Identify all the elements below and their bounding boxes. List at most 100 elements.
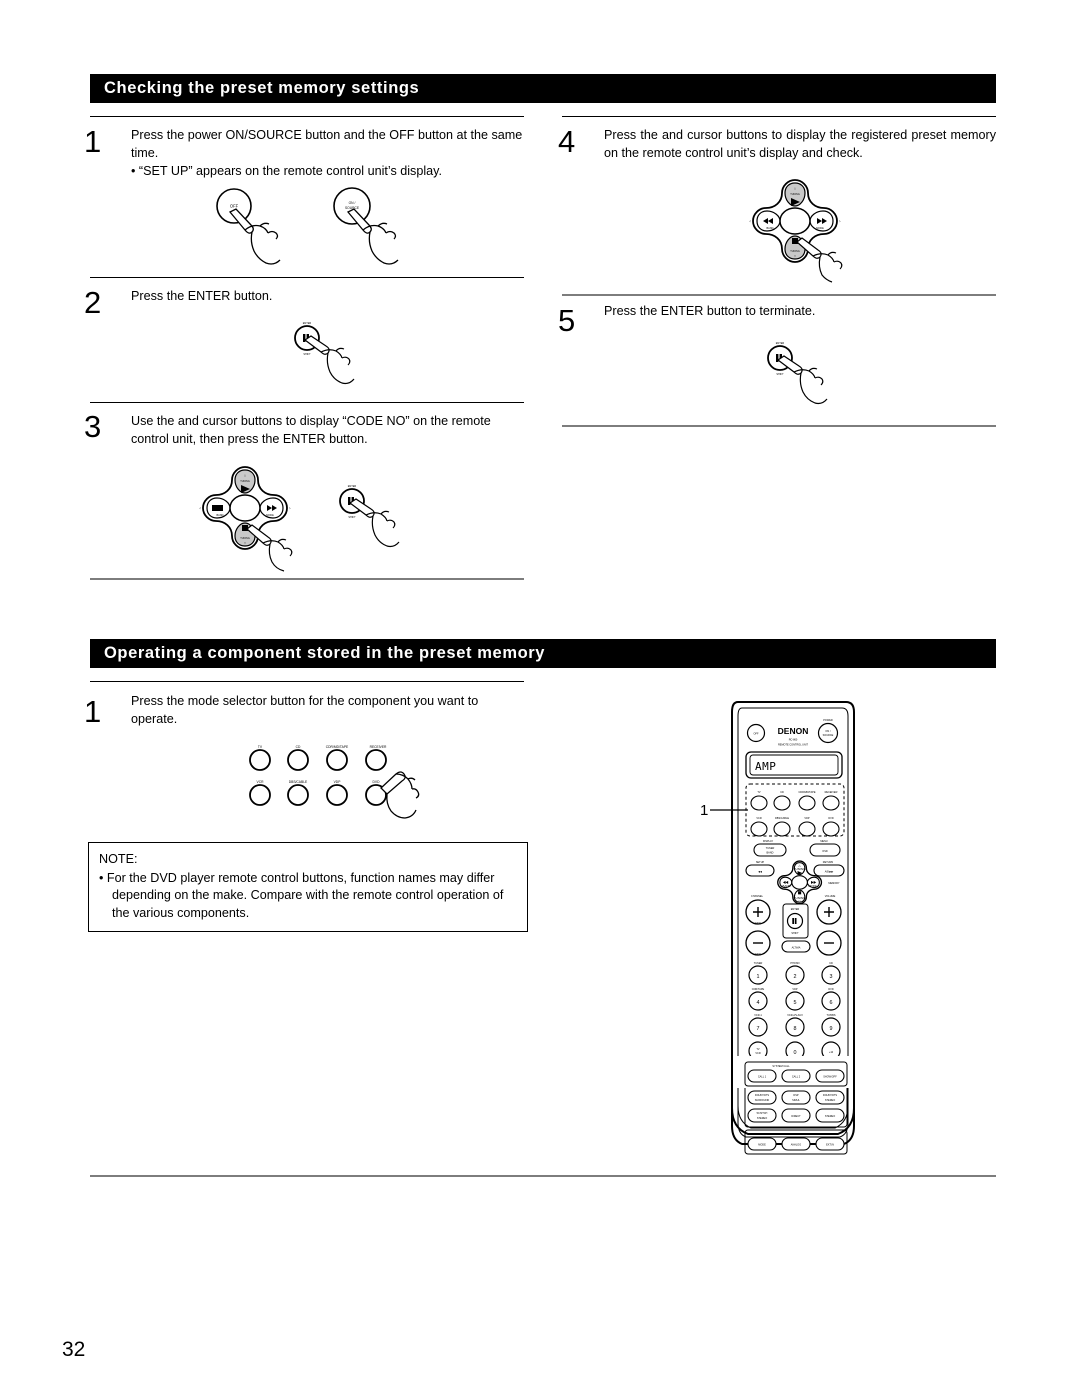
svg-text:+10: +10 [829,1051,834,1054]
cursor-pad-illustration: △ TUNING TUNING ▽ BAND ◁ MODE ▷ [199,466,292,550]
svg-text:2: 2 [794,974,797,980]
svg-text:SHIFT: SHIFT [791,932,799,935]
svg-text:VDP: VDP [792,988,797,991]
svg-text:CDR/TAPE: CDR/TAPE [752,988,765,991]
step-3-body: Use the and cursor buttons to display “C… [131,414,491,446]
svg-text:SHOW/OFF: SHOW/OFF [823,1076,837,1079]
svg-text:SYSTEM CALL: SYSTEM CALL [772,1065,790,1068]
svg-text:1: 1 [757,974,760,980]
step-s2-1-body: Press the mode selector button for the c… [131,694,479,726]
svg-text:▷: ▷ [289,507,292,510]
step-5-body: Press the ENTER button to terminate. [604,304,816,318]
svg-text:◁: ◁ [199,507,202,510]
rule-left-step2 [90,277,524,278]
svg-text:VDP: VDP [804,817,809,820]
hand-illustration-pad-4 [796,237,843,283]
svg-text:RETURN: RETURN [823,861,834,864]
figure-mode-selector-buttons: TV CD CDR/MD/TAPE RECEIVER VCR DBS/CABLE [240,740,450,820]
step-4-body: Press the and cursor buttons to display … [604,128,996,160]
svg-text:CDR/MD/TAPE: CDR/MD/TAPE [326,745,349,749]
svg-text:PHONO: PHONO [790,962,799,965]
svg-text:CHANNEL: CHANNEL [751,895,764,898]
svg-text:SKIP: SKIP [755,953,761,956]
svg-text:ENTER: ENTER [776,342,785,345]
svg-text:MENU: MENU [820,840,828,843]
mode-button-cdr-md-tape: CDR/MD/TAPE [326,745,349,771]
figure-cursor-pad-step3: △ TUNING TUNING ▽ BAND ◁ MODE ▷ ENTER SH… [190,463,430,573]
remote-power-area: OFF DENON RC-860 REMOTE CONTROL UNIT POW… [746,719,839,747]
step-text-3: Use the and cursor buttons to display “C… [131,413,523,448]
remote-on-label-2: SOURCE [823,734,834,737]
figure-remote-system-call: SYSTEM CALL CALL 1 CALL 2 SHOW/OFF SYSTE… [676,1056,876,1158]
svg-text:VCR: VCR [755,1052,760,1055]
svg-text:VCR: VCR [257,780,265,784]
svg-text:MODE: MODE [816,227,824,230]
svg-text:OFF: OFF [230,204,239,209]
mode-button-receiver: RECEIVER [365,745,387,771]
svg-text:TUNING: TUNING [790,193,800,196]
step-text-1: Press the power ON/SOURCE button and the… [131,127,523,181]
hand-illustration-1 [228,208,281,265]
svg-text:TUNING: TUNING [794,867,806,871]
step-1-bullet: • “SET UP” appears on the remote control… [131,164,443,178]
figure-enter-button-step3: ENTER SHIFT [339,485,400,548]
page-number: 32 [62,1338,86,1361]
svg-text:DVD: DVD [373,780,381,784]
step-number-2: 2 [84,285,102,320]
svg-text:CDR/MD/TAPE: CDR/MD/TAPE [798,791,815,794]
rule-left-step3 [90,402,524,403]
step-2-body: Press the ENTER button. [131,289,273,303]
step-number-s2-1: 1 [84,694,102,729]
svg-text:4: 4 [757,1000,760,1006]
section-heading-operating: Operating a component stored in the pres… [90,639,996,668]
section-title-text: Checking the preset memory settings [104,79,420,97]
svg-text:BAND: BAND [767,852,774,855]
shift-label-text: SHIFT [303,353,311,356]
figure-enter-button-step2: ENTER SHIFT [285,318,395,393]
step-text-2: Press the ENTER button. [131,288,523,306]
step-number-1: 1 [84,124,102,159]
step-text-s2-1: Press the mode selector button for the c… [131,693,523,728]
svg-text:ON /: ON / [349,201,356,205]
remote-display: AMP [745,751,843,779]
step-number-5: 5 [558,303,576,338]
svg-text:ENTER: ENTER [348,485,357,488]
svg-text:ENTER: ENTER [791,908,800,911]
remote-model-sub-label: REMOTE CONTROL UNIT [778,744,809,747]
mode-button-cd: CD [287,745,309,771]
step-text-5: Press the ENTER button to terminate. [604,303,996,321]
svg-text:6: 6 [830,1000,833,1006]
step-1-body: Press the power ON/SOURCE button and the… [131,128,523,160]
svg-text:A/B ▶▶: A/B ▶▶ [825,871,835,874]
svg-text:DISPLAY: DISPLAY [763,840,774,843]
rule-page-bottom [90,1175,996,1177]
remote-enter-shift: ENTER SHIFT ALT/MA [781,903,811,953]
figure-cursor-pad-step4: △ TUNING TUNING ▽ BAND ◁ MODE ▷ [740,176,870,283]
svg-text:VDP: VDP [334,780,342,784]
svg-text:TUNING: TUNING [240,537,250,540]
note-title: NOTE: [99,852,138,866]
section-title-text-2: Operating a component stored in the pres… [104,644,546,662]
svg-text:OSD: OSD [822,850,828,853]
hand-illustration-enter [303,335,355,385]
svg-text:DBS/CABLE: DBS/CABLE [289,780,308,784]
mode-button-vcr: VCR [249,780,271,806]
cursor-pad-illustration-4: △ TUNING TUNING ▽ BAND ◁ MODE ▷ [749,179,842,263]
svg-text:3: 3 [830,974,833,980]
section-heading-checking: Checking the preset memory settings [90,74,996,103]
remote-off-label: OFF [754,733,759,736]
svg-text:BAND: BAND [783,884,791,888]
rule-left-top [90,116,524,117]
remote-on-label-1: ON / [825,730,830,733]
svg-text:TV: TV [258,745,263,749]
svg-text:CALL 1: CALL 1 [758,1076,767,1079]
svg-text:CD: CD [296,745,301,749]
mode-button-tv: TV [249,745,271,771]
remote-mode-selector-group: TV CD CDR/MD/TAPE RECEIVER VCR DBS/CABLE… [745,783,845,837]
remote-power-label: POWER [823,719,833,722]
svg-text:DVD: DVD [828,988,833,991]
svg-text:RECEIVER: RECEIVER [825,791,838,794]
svg-text:CD: CD [829,962,833,965]
remote-keypad: TUNER PHONO CD 1 2 3 CDR/TAPE VDP DVD 4 … [748,962,841,1061]
svg-text:VCR-1: VCR-1 [754,1014,762,1017]
